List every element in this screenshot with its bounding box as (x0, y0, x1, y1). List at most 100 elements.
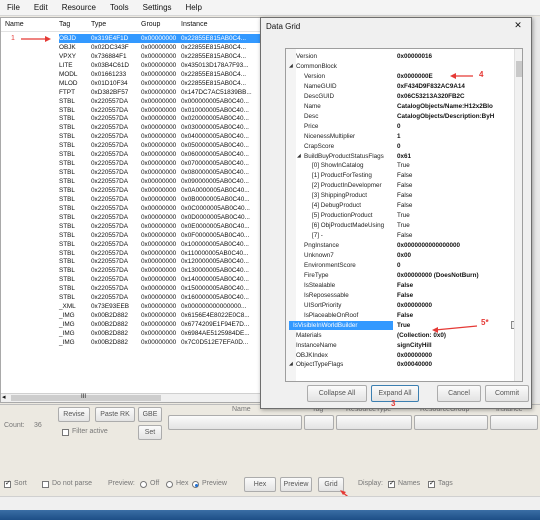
expand-triangle-icon[interactable]: ◢ (289, 62, 293, 71)
property-row[interactable]: UISortPriority 0x00000000 (286, 301, 515, 310)
table-row[interactable]: STBL 0x220557DA 0x00000000 0x010000005AB0C4… (1, 106, 263, 115)
table-row[interactable]: STBL 0x220557DA 0x00000000 0x0D0000005AB0C4… (1, 213, 263, 222)
property-row[interactable]: InstanceName signCityHill (286, 341, 515, 350)
property-row[interactable]: [6] ObjProductMadeUsing True (286, 221, 515, 230)
property-value[interactable]: True (397, 221, 515, 230)
filter-tag-field[interactable] (304, 415, 334, 430)
table-row[interactable]: STBL 0x220557DA 0x00000000 0x110000005AB0C4… (1, 249, 263, 258)
hex-button[interactable]: Hex (244, 477, 276, 492)
property-value[interactable]: False (397, 281, 515, 290)
filter-name-field[interactable] (168, 415, 302, 430)
table-row[interactable]: STBL 0x220557DA 0x00000000 0x040000005AB0C4… (1, 132, 263, 141)
do-not-parse-checkbox[interactable] (42, 481, 49, 488)
property-row[interactable]: ◢ ObjectTypeFlags 0x00040000 (286, 360, 515, 369)
property-row[interactable]: [2] ProductInDevelopmer False (286, 181, 515, 190)
property-row[interactable]: [0] ShowInCatalog True (286, 161, 515, 170)
property-row[interactable]: ◢ BuildBuyProductStatusFlags 0x61 (286, 152, 515, 161)
property-row[interactable]: [3] ShippingProduct False (286, 191, 515, 200)
property-row[interactable]: [5] ProductionProduct True (286, 211, 515, 220)
tags-checkbox[interactable] (428, 479, 435, 488)
property-grid[interactable]: Version 0x00000016 ◢ CommonBlock Version 0x00… (285, 48, 523, 382)
table-row[interactable]: STBL 0x220557DA 0x00000000 0x0E0000005AB0C4… (1, 222, 263, 231)
table-row[interactable]: STBL 0x220557DA 0x00000000 0x0A0000005AB0C4… (1, 186, 263, 195)
table-row[interactable]: _IMG 0x00B2D882 0x00000000 0x6984AE5125984D… (1, 329, 263, 338)
expand-triangle-icon[interactable]: ◢ (289, 360, 293, 369)
table-row[interactable]: STBL 0x220557DA 0x00000000 0x120000005AB0C4… (1, 257, 263, 266)
table-row[interactable]: STBL 0x220557DA 0x00000000 0x000000005AB0C4… (1, 97, 263, 106)
property-value[interactable]: False (397, 231, 515, 240)
property-value[interactable]: 0 (397, 142, 515, 151)
property-value[interactable]: 0 (397, 122, 515, 131)
commit-button[interactable]: Commit (485, 385, 529, 402)
property-value[interactable]: 0x00 (397, 251, 515, 260)
property-row[interactable]: IsReposessable False (286, 291, 515, 300)
col-header-instance[interactable]: Instance (181, 21, 207, 28)
property-value[interactable]: 0 (397, 261, 515, 270)
table-row[interactable]: STBL 0x220557DA 0x00000000 0x050000005AB0C4… (1, 141, 263, 150)
table-row[interactable]: STBL 0x220557DA 0x00000000 0x0C0000005AB0C4… (1, 204, 263, 213)
property-value[interactable]: 0x00000000 (DoesNotBurn) (397, 271, 515, 280)
property-value[interactable]: False (397, 191, 515, 200)
table-row[interactable]: OBJD 0x319E4F1D 0x00000000 0x22855E815AB0C4… (1, 34, 263, 43)
preview-off-radio[interactable] (140, 481, 147, 488)
close-icon[interactable]: ✕ (509, 20, 527, 32)
property-value[interactable]: 0x00000000 (397, 301, 515, 310)
gbe-button[interactable]: GBE (138, 407, 162, 422)
table-row[interactable]: STBL 0x220557DA 0x00000000 0x150000005AB0C4… (1, 284, 263, 293)
property-row[interactable]: DescGUID 0x06C53213A320FB2C (286, 92, 515, 101)
filter-instance-field[interactable] (490, 415, 538, 430)
table-row[interactable]: _IMG 0x00B2D882 0x00000000 0x6774209E1F94E7… (1, 320, 263, 329)
col-header-type[interactable]: Type (91, 21, 106, 28)
property-row[interactable]: NicenessMultiplier 1 (286, 132, 515, 141)
list-horizontal-scrollbar[interactable]: ◂ III (1, 393, 263, 402)
revise-button[interactable]: Revise (58, 407, 90, 422)
table-row[interactable]: _XML 0x73E93EEB 0x00000000 0x00000000000000… (1, 302, 263, 311)
property-value[interactable]: False (397, 291, 515, 300)
property-row[interactable]: EnvironmentScore 0 (286, 261, 515, 270)
cancel-button[interactable]: Cancel (437, 385, 481, 402)
col-header-tag[interactable]: Tag (59, 21, 70, 28)
table-row[interactable]: VPXY 0x736884F1 0x00000000 0x22855E815AB0C4… (1, 52, 263, 61)
filter-active-checkbox[interactable] (62, 429, 69, 436)
expand-triangle-icon[interactable]: ◢ (297, 152, 301, 161)
table-row[interactable]: MODL 0x01661233 0x00000000 0x22855E815AB0C4… (1, 70, 263, 79)
property-row[interactable]: OBJKIndex 0x00000000 (286, 351, 515, 360)
collapse-all-button[interactable]: Collapse All (307, 385, 367, 402)
table-row[interactable]: _IMG 0x00B2D882 0x00000000 0x7C0D512E7EFA0D… (1, 338, 263, 347)
menu-tools[interactable]: Tools (103, 3, 136, 12)
property-value[interactable]: 0x00040000 (397, 360, 515, 369)
property-value[interactable]: 0xF434D9F832AC9A14 (397, 82, 515, 91)
menu-file[interactable]: File (0, 3, 27, 12)
table-row[interactable]: STBL 0x220557DA 0x00000000 0x160000005AB0C4… (1, 293, 263, 302)
property-row[interactable]: PngInstance 0x0000000000000000 (286, 241, 515, 250)
set-button[interactable]: Set (138, 425, 162, 440)
property-value[interactable]: CatalogObjects/Name:H12x2Blo (397, 102, 515, 111)
filter-resourcegroup-field[interactable] (414, 415, 488, 430)
names-checkbox[interactable] (388, 479, 395, 488)
property-row[interactable]: IsStealable False (286, 281, 515, 290)
property-row[interactable]: Unknown7 0x00 (286, 251, 515, 260)
col-header-group[interactable]: Group (141, 21, 160, 28)
menu-settings[interactable]: Settings (136, 3, 179, 12)
property-value[interactable]: 0x00000016 (397, 52, 515, 61)
table-row[interactable]: STBL 0x220557DA 0x00000000 0x100000005AB0C4… (1, 240, 263, 249)
grid-scroll-thumb[interactable] (516, 61, 522, 77)
table-row[interactable]: STBL 0x220557DA 0x00000000 0x080000005AB0C4… (1, 168, 263, 177)
sort-checkbox[interactable] (4, 479, 11, 488)
property-value[interactable]: 0x0000000000000000 (397, 241, 515, 250)
table-row[interactable]: FTPT 0xD382BF57 0x00000000 0x147DC7AC51839B… (1, 88, 263, 97)
property-row[interactable]: [7] - False (286, 231, 515, 240)
property-value[interactable]: 0x61 (397, 152, 515, 161)
property-row[interactable]: [4] DebugProduct False (286, 201, 515, 210)
property-row[interactable]: CrapScore 0 (286, 142, 515, 151)
table-row[interactable]: STBL 0x220557DA 0x00000000 0x090000005AB0C4… (1, 177, 263, 186)
property-value[interactable]: False (397, 181, 515, 190)
table-row[interactable]: STBL 0x220557DA 0x00000000 0x070000005AB0C4… (1, 159, 263, 168)
property-value[interactable]: False (397, 311, 515, 320)
property-value[interactable]: signCityHill (397, 341, 515, 350)
table-row[interactable]: STBL 0x220557DA 0x00000000 0x030000005AB0C4… (1, 123, 263, 132)
table-row[interactable]: MLOD 0x01D10F34 0x00000000 0x22855E815AB0C4… (1, 79, 263, 88)
menu-help[interactable]: Help (179, 3, 209, 12)
table-row[interactable]: STBL 0x220557DA 0x00000000 0x0B0000005AB0C4… (1, 195, 263, 204)
table-row[interactable]: STBL 0x220557DA 0x00000000 0x020000005AB0C4… (1, 114, 263, 123)
